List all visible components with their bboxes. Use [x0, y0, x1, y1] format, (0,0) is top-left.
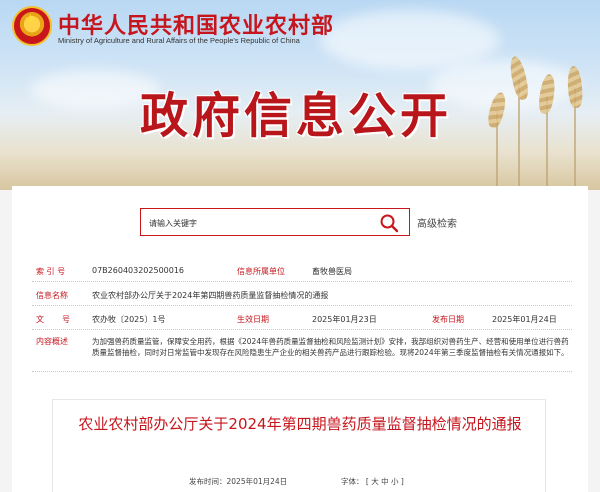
doc-number-label-part1: 文: [36, 315, 44, 324]
font-size-switcher: 字体： [ 大 中 小 ]: [341, 476, 404, 487]
summary-value: 为加强兽药质量监管，保障安全用药，根据《2024年兽药质量监督抽检和风险监测计划…: [92, 337, 569, 357]
summary-label: 内容概述: [36, 337, 68, 346]
publish-date-label: 发布日期: [432, 315, 464, 324]
article-publish-time: 发布时间：2025年01月24日: [189, 477, 288, 486]
meta-row: 信息名称 农业农村部办公厅关于2024年第四期兽药质量监督抽检情况的通报: [32, 282, 572, 306]
page-hero-title: 政府信息公开: [140, 88, 453, 144]
index-number-label: 索 引 号: [36, 267, 66, 276]
cloud-decoration: [320, 10, 500, 70]
header-banner: ★ 中华人民共和国农业农村部 Ministry of Agriculture a…: [0, 0, 600, 190]
font-bracket-open: [: [365, 477, 369, 486]
emblem-star-icon: ★: [24, 12, 37, 28]
doc-number-value: 农办牧〔2025〕1号: [92, 315, 166, 324]
article-panel: 农业农村部办公厅关于2024年第四期兽药质量监督抽检情况的通报 发布时间：202…: [52, 399, 546, 492]
meta-row: 索 引 号 07B260403202500016 信息所属单位 畜牧兽医局: [32, 258, 572, 282]
info-title-value: 农业农村部办公厅关于2024年第四期兽药质量监督抽检情况的通报: [92, 291, 329, 300]
font-size-label: 字体：: [341, 477, 364, 486]
search-icon[interactable]: [379, 213, 399, 233]
article-title: 农业农村部办公厅关于2024年第四期兽药质量监督抽检情况的通报: [78, 415, 522, 433]
department-value: 畜牧兽医局: [312, 267, 352, 276]
effective-date-label: 生效日期: [237, 315, 269, 324]
font-size-small-button[interactable]: 小: [391, 477, 399, 486]
search-input[interactable]: [149, 215, 369, 231]
meta-row: 内容概述 为加强兽药质量监管，保障安全用药，根据《2024年兽药质量监督抽检和风…: [32, 330, 572, 372]
font-size-large-button[interactable]: 大: [371, 477, 379, 486]
ministry-name-en: Ministry of Agriculture and Rural Affair…: [58, 36, 300, 45]
metadata-table: 索 引 号 07B260403202500016 信息所属单位 畜牧兽医局 信息…: [32, 258, 572, 372]
index-number-value: 07B260403202500016: [92, 266, 185, 275]
publish-date-value: 2025年01月24日: [492, 315, 557, 324]
department-label: 信息所属单位: [237, 267, 285, 276]
meta-row: 文 号 农办牧〔2025〕1号 生效日期 2025年01月23日 发布日期 20…: [32, 306, 572, 330]
doc-number-label-part2: 号: [62, 315, 70, 324]
wheat-ear: [566, 65, 584, 109]
search-bar: [140, 208, 410, 236]
info-title-label: 信息名称: [36, 291, 68, 300]
font-size-medium-button[interactable]: 中: [381, 477, 389, 486]
advanced-search-link[interactable]: 高级检索: [417, 215, 457, 230]
effective-date-value: 2025年01月23日: [312, 315, 377, 324]
font-bracket-close: ]: [400, 477, 404, 486]
content-card: 高级检索 索 引 号 07B260403202500016 信息所属单位 畜牧兽…: [12, 186, 588, 492]
